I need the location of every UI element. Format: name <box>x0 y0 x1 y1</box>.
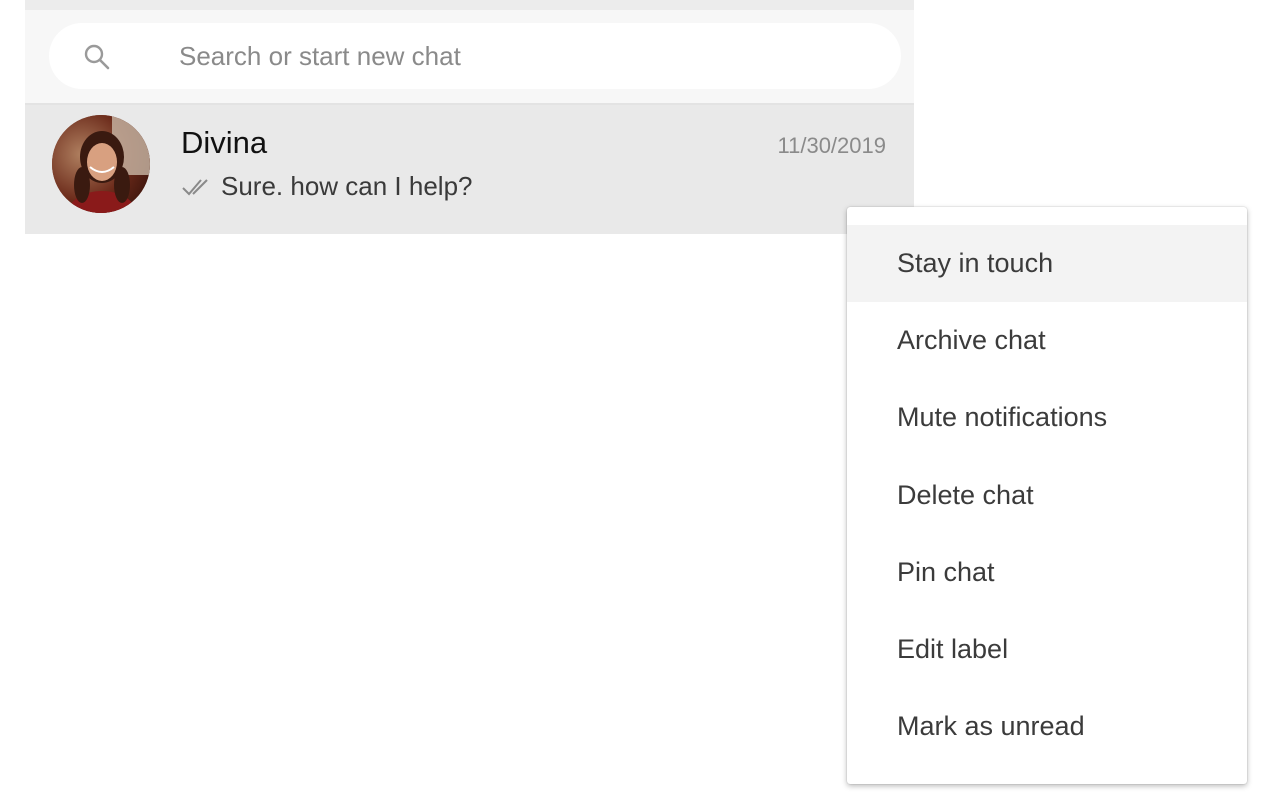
header-strip <box>25 0 914 10</box>
chat-context-menu: Stay in touch Archive chat Mute notifica… <box>847 207 1247 784</box>
menu-item-mute-notifications[interactable]: Mute notifications <box>847 379 1247 456</box>
last-message-text: Sure. how can I help? <box>221 171 473 201</box>
avatar[interactable] <box>52 115 150 213</box>
menu-item-delete-chat[interactable]: Delete chat <box>847 457 1247 534</box>
menu-item-stay-in-touch[interactable]: Stay in touch <box>847 225 1247 302</box>
search-input[interactable] <box>179 37 879 75</box>
search-bar-area <box>25 10 914 105</box>
menu-item-pin-chat[interactable]: Pin chat <box>847 534 1247 611</box>
search-box[interactable] <box>49 23 901 89</box>
menu-item-edit-label[interactable]: Edit label <box>847 611 1247 688</box>
double-check-icon <box>181 176 217 198</box>
menu-item-archive-chat[interactable]: Archive chat <box>847 302 1247 379</box>
chat-timestamp: 11/30/2019 <box>777 133 886 158</box>
contact-name: Divina <box>181 125 268 160</box>
menu-item-mark-as-unread[interactable]: Mark as unread <box>847 688 1247 765</box>
search-icon[interactable] <box>82 42 112 72</box>
last-message-preview: Sure. how can I help? <box>181 171 473 202</box>
chat-list-item[interactable]: Divina 11/30/2019 Sure. how can I help? <box>25 105 914 234</box>
